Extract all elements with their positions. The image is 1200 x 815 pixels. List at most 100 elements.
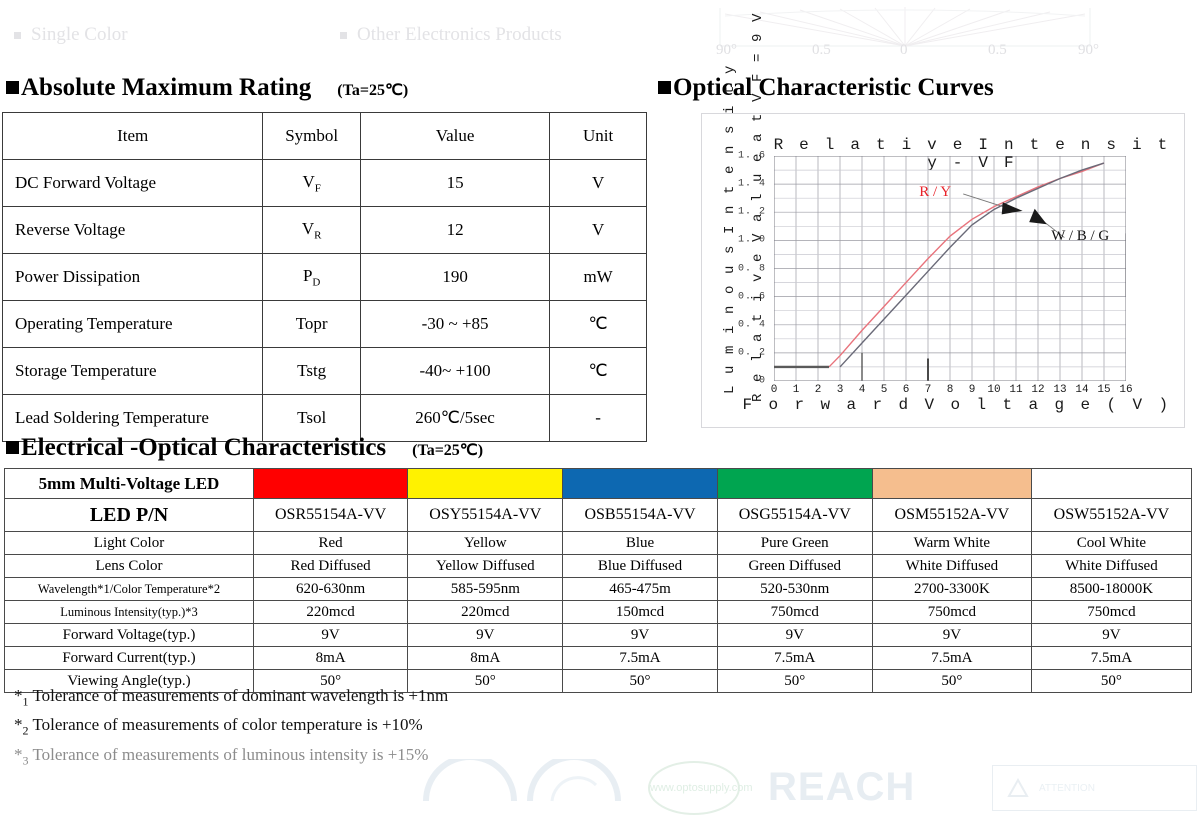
cell-value: -30 ~ +85 xyxy=(359,300,551,348)
chart-xtick: 2 xyxy=(814,384,822,396)
chart-xtick: 1 xyxy=(792,384,800,396)
section-title-optical-characteristic-curves: Optical Characteristic Curves xyxy=(658,74,994,102)
faded-header-band: Single Color Other Electronics Products xyxy=(0,18,660,58)
chart-ytick: 0. 8 xyxy=(737,263,766,274)
chart-xtick: 13 xyxy=(1053,384,1067,396)
table-row: DC Forward Voltage VF 15 V xyxy=(1,159,647,207)
chart-xtick: 16 xyxy=(1119,384,1133,396)
cell-wavelength: 465-475m xyxy=(562,577,718,601)
row-label: LED P/N xyxy=(4,498,254,532)
cell-lens_color: Red Diffused xyxy=(252,554,409,578)
polar-tick: 90° xyxy=(1078,42,1099,58)
cell-voltage: 9V xyxy=(562,623,718,647)
chart-xtick: 8 xyxy=(946,384,954,396)
square-bullet-icon xyxy=(6,441,19,454)
chart-plot-area: 0 0. 2 0. 4 0. 6 0. 8 1. 0 1. 2 1. 4 1. 60123456… xyxy=(738,151,1133,397)
faded-footer: www.optosupply.com REACH ATTENTION xyxy=(0,754,1200,815)
cell-unit: ℃ xyxy=(549,347,647,395)
chart-xtick: 4 xyxy=(858,384,866,396)
chart-xtick: 12 xyxy=(1031,384,1045,396)
temperature-note: (Ta=25℃) xyxy=(337,82,409,99)
electrical-optical-characteristics-table: 5mm Multi-Voltage LED LED P/N OSR55154A-VV… xyxy=(4,468,1193,693)
datasheet-page: Single Color Other Electronics Products xyxy=(0,0,1200,815)
table-row-swatches: 5mm Multi-Voltage LED xyxy=(4,468,1193,499)
cell-angle: 50° xyxy=(1030,669,1193,693)
cell-intensity: 220mcd xyxy=(407,600,564,624)
cell-pn: OSW55152A-VV xyxy=(1030,498,1193,532)
cell-light_color: Blue xyxy=(562,531,718,555)
temperature-note: (Ta=25℃) xyxy=(412,442,484,459)
cell-wavelength: 585-595nm xyxy=(407,577,564,601)
cell-lens_color: Blue Diffused xyxy=(562,554,718,578)
cell-item: Storage Temperature xyxy=(1,347,264,395)
faded-header-label: Single Color xyxy=(31,24,128,45)
chart-ytick: 0. 6 xyxy=(737,291,766,303)
cell-light_color: Pure Green xyxy=(716,531,873,555)
row-label: Light Color xyxy=(4,531,254,555)
chart-ytick: 1. 4 xyxy=(737,178,766,190)
column-header: Item xyxy=(1,112,264,160)
cell-lens_color: Green Diffused xyxy=(716,554,873,578)
chart-ytick: 1. 6 xyxy=(737,150,766,162)
cell-light_color: Warm White xyxy=(871,531,1032,555)
cell-value: -40~ +100 xyxy=(359,347,551,395)
cell-item: Power Dissipation xyxy=(1,253,264,301)
cell-unit: mW xyxy=(549,253,647,301)
cell-voltage: 9V xyxy=(716,623,873,647)
cell-pn: OSG55154A-VV xyxy=(716,498,873,532)
cell-lens_color: White Diffused xyxy=(1030,554,1193,578)
cell-item: Reverse Voltage xyxy=(1,206,264,254)
column-header: Symbol xyxy=(262,112,361,160)
chart-xtick: 10 xyxy=(987,384,1001,396)
table-row: Forward Voltage(typ.) 9V 9V 9V 9V 9V 9V xyxy=(4,623,1193,647)
square-bullet-icon xyxy=(6,81,19,94)
chart-ytick: 1. 0 xyxy=(737,234,766,246)
cell-intensity: 750mcd xyxy=(1030,600,1193,624)
footnote: *1 Tolerance of measurements of dominant… xyxy=(14,686,449,709)
cell-symbol: PD xyxy=(262,253,361,301)
table-row: Reverse Voltage VR 12 V xyxy=(1,206,647,254)
cell-pn: OSY55154A-VV xyxy=(407,498,564,532)
cell-symbol: Tstg xyxy=(262,347,361,395)
cell-lens_color: Yellow Diffused xyxy=(407,554,564,578)
table-header-row: Item Symbol Value Unit xyxy=(1,112,647,160)
chart-ytick: 0 xyxy=(758,375,766,387)
absolute-maximum-rating-table: Item Symbol Value Unit DC Forward Voltage VF 1… xyxy=(1,112,647,442)
row-label: Forward Voltage(typ.) xyxy=(4,623,254,647)
cell-wavelength: 520-530nm xyxy=(716,577,873,601)
chart-xlabel: F o r w a r d V o l t a g e ( V ) xyxy=(742,396,1172,414)
faded-header-label: Other Electronics Products xyxy=(357,24,562,45)
cell-intensity: 750mcd xyxy=(871,600,1032,624)
chart-ytick: 1. 2 xyxy=(737,206,766,218)
cell-intensity: 220mcd xyxy=(252,600,409,624)
cell-item: Operating Temperature xyxy=(1,300,264,348)
chart-ytick: 0. 2 xyxy=(737,347,766,359)
faded-header-item-1: Other Electronics Products xyxy=(340,24,562,46)
cell-item: DC Forward Voltage xyxy=(1,159,264,207)
page-title: Electrical -Optical Characteristics xyxy=(21,434,387,461)
cell-value: 15 xyxy=(359,159,551,207)
table-row: Lens Color Red Diffused Yellow Diffused Blu… xyxy=(4,554,1193,578)
chart-xtick: 5 xyxy=(880,384,888,396)
cell-angle: 50° xyxy=(871,669,1032,693)
chart-xtick: 11 xyxy=(1009,384,1023,396)
cell-pn: OSB55154A-VV xyxy=(562,498,718,532)
color-swatch xyxy=(716,468,873,499)
table-row: Operating Temperature Topr -30 ~ +85 ℃ xyxy=(1,300,647,348)
cell-current: 7.5mA xyxy=(871,646,1032,670)
reach-logo: REACH xyxy=(768,765,916,809)
cell-current: 7.5mA xyxy=(716,646,873,670)
row-label: Forward Current(typ.) xyxy=(4,646,254,670)
section-title-electrical-optical-characteristics: Electrical -Optical Characteristics (Ta=… xyxy=(6,434,483,462)
table-row: Forward Current(typ.) 8mA 8mA 7.5mA 7.5mA 7.5… xyxy=(4,646,1193,670)
color-swatch xyxy=(562,468,718,499)
chart-xtick: 7 xyxy=(924,384,932,396)
table-row: LED P/N OSR55154A-VV OSY55154A-VV OSB55154A… xyxy=(4,498,1193,532)
chart-ytick: 0. 4 xyxy=(737,319,766,331)
color-swatch xyxy=(407,468,564,499)
chart-xtick: 3 xyxy=(836,384,844,396)
cell-light_color: Cool White xyxy=(1030,531,1193,555)
rohs-ring-icon: www.optosupply.com xyxy=(648,761,753,815)
column-header: Value xyxy=(359,112,551,160)
cell-voltage: 9V xyxy=(1030,623,1193,647)
